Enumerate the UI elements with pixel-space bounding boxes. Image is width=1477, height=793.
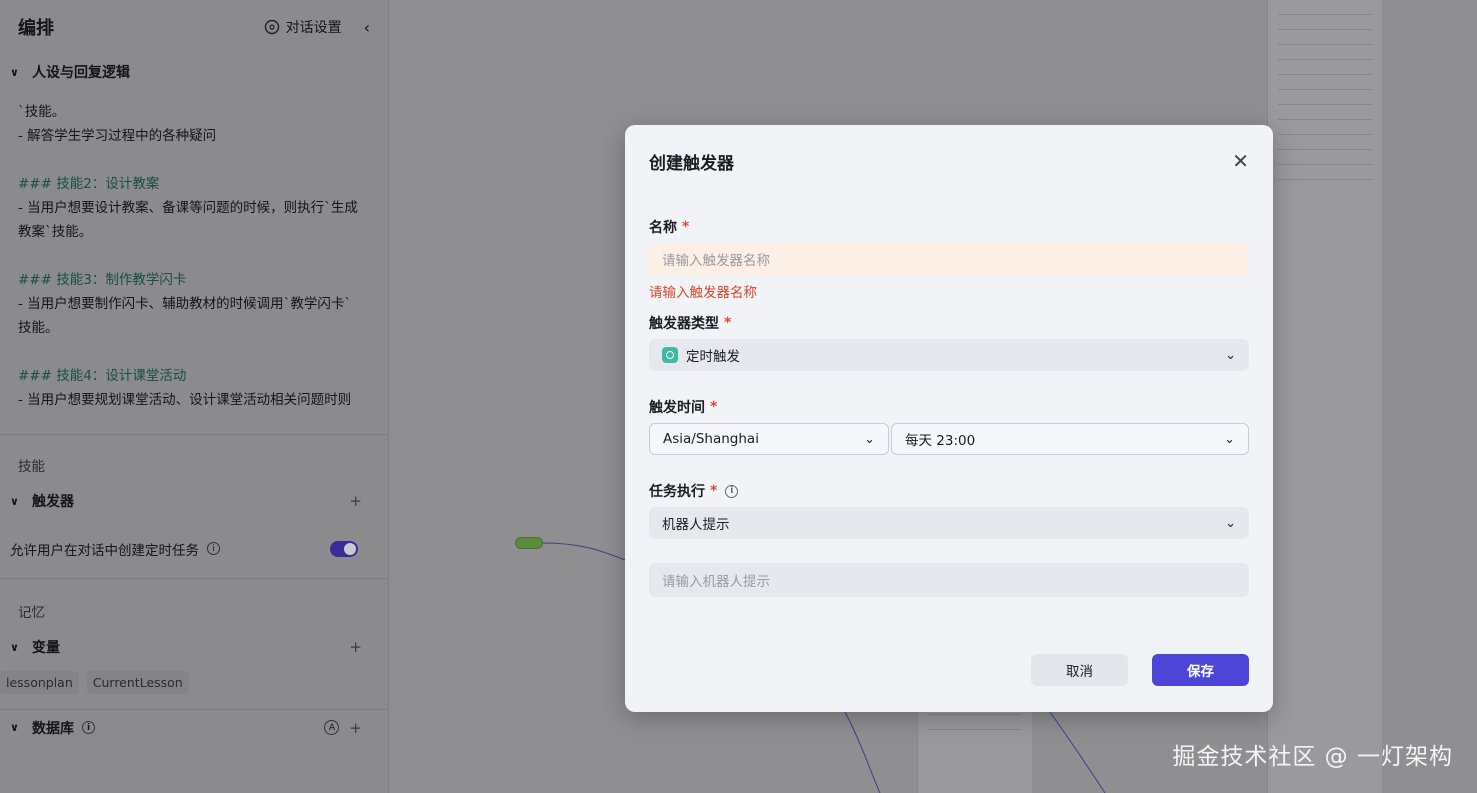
chevron-down-icon: ⌄ — [864, 431, 875, 447]
bot-prompt-input[interactable]: 请输入机器人提示 — [649, 563, 1249, 597]
agent-node-card[interactable] — [917, 700, 1032, 793]
save-button[interactable]: 保存 — [1152, 654, 1249, 686]
chevron-down-icon: ∨ — [10, 640, 19, 654]
type-field-label: 触发器类型 * — [649, 313, 1249, 333]
watermark-text: 掘金技术社区 @ 一灯架构 — [1172, 744, 1453, 770]
time-field-label: 触发时间 * — [649, 397, 1249, 417]
trigger-time-row: Asia/Shanghai ⌄ 每天 23:00 ⌄ — [649, 423, 1249, 455]
chevron-down-icon: ⌄ — [1225, 515, 1236, 531]
schedule-value: 每天 23:00 — [905, 433, 976, 449]
prompt-line: - 解答学生学习过程中的各种疑问 — [18, 128, 217, 144]
database-section-header[interactable]: ∨ 数据库 i A + — [0, 709, 388, 745]
dialog-header: 创建触发器 ✕ — [649, 125, 1249, 197]
name-field-label: 名称 * — [649, 217, 1249, 237]
prompt-line: 技能。 — [18, 320, 59, 336]
prompt-line: - 当用户想要制作闪卡、辅助教材的时候调用`教学闪卡` — [18, 296, 352, 312]
chevron-down-icon: ∨ — [10, 721, 19, 734]
chevron-down-icon: ⌄ — [1225, 347, 1236, 363]
collapse-chevron-icon[interactable]: ‹ — [364, 18, 370, 37]
prompt-line: `技能。 — [18, 104, 66, 120]
variable-list: lessonplan CurrentLesson — [0, 665, 388, 699]
bot-prompt-placeholder: 请输入机器人提示 — [662, 574, 770, 590]
add-variable-icon[interactable]: + — [349, 638, 362, 656]
prompt-line — [18, 340, 370, 364]
prompt-line: ### 技能2：设计教案 — [18, 176, 160, 192]
trigger-toggle-label: 允许用户在对话中创建定时任务 — [10, 542, 199, 559]
auto-mode-badge[interactable]: A — [324, 720, 340, 735]
required-mark: * — [710, 399, 718, 415]
schedule-select[interactable]: 每天 23:00 ⌄ — [891, 423, 1249, 455]
task-type-value: 机器人提示 — [662, 517, 730, 533]
prompt-line: ### 技能4：设计课堂活动 — [18, 368, 187, 384]
task-field-label: 任务执行 * i — [649, 481, 1249, 501]
prompt-line: ### 技能3：制作教学闪卡 — [18, 272, 187, 288]
trigger-type-value: 定时触发 — [686, 349, 740, 365]
add-trigger-icon[interactable]: + — [349, 492, 362, 510]
trigger-section-title: 触发器 — [32, 494, 74, 510]
palette-settings-icon — [264, 19, 279, 35]
orchestration-sidebar: 编排 对话设置 ‹ ∨ 人设与回复逻辑 `技能。 - 解答学生学习过程中的各种疑问… — [0, 0, 389, 793]
task-type-select[interactable]: 机器人提示 ⌄ — [649, 507, 1249, 539]
task-label-text: 任务执行 — [649, 484, 705, 500]
trigger-name-placeholder: 请输入触发器名称 — [662, 253, 770, 269]
persona-section-header[interactable]: ∨ 人设与回复逻辑 — [0, 54, 388, 90]
trigger-type-select[interactable]: 定时触发 ⌄ — [649, 339, 1249, 371]
memory-group-label: 记忆 — [18, 605, 45, 621]
prompt-line: - 当用户想要规划课堂活动、设计课堂活动相关问题时则 — [18, 392, 352, 408]
info-icon[interactable]: i — [82, 721, 95, 734]
trigger-section-header[interactable]: ∨ 触发器 + — [0, 483, 388, 519]
chevron-down-icon: ∨ — [10, 494, 19, 508]
skills-group-label: 技能 — [18, 459, 45, 475]
sidebar-title: 编排 — [18, 18, 54, 39]
agent-node-column[interactable] — [1267, 0, 1382, 793]
name-error-message: 请输入触发器名称 — [649, 285, 757, 301]
prompt-line: - 当用户想要设计教案、备课等问题的时候，则执行`生成 — [18, 200, 358, 216]
create-trigger-dialog: 创建触发器 ✕ 名称 * 请输入触发器名称 请输入触发器名称 触发器类型 * 定… — [625, 125, 1273, 712]
info-icon[interactable]: i — [207, 542, 220, 555]
persona-section-title: 人设与回复逻辑 — [32, 65, 130, 81]
variable-tag[interactable]: CurrentLesson — [86, 670, 189, 694]
required-mark: * — [710, 483, 718, 499]
chat-settings-label: 对话设置 — [285, 20, 342, 36]
prompt-line — [18, 148, 370, 172]
required-mark: * — [682, 219, 690, 235]
persona-prompt-editor[interactable]: `技能。 - 解答学生学习过程中的各种疑问 ### 技能2：设计教案 - 当用户想要设… — [0, 90, 388, 435]
info-icon[interactable]: i — [725, 484, 739, 498]
dialog-footer: 取消 保存 — [1031, 654, 1249, 686]
chevron-down-icon: ∨ — [10, 65, 19, 79]
type-label-text: 触发器类型 — [649, 316, 719, 332]
variables-section-header[interactable]: ∨ 变量 + — [0, 629, 388, 665]
database-section-title: 数据库 — [32, 720, 74, 737]
timezone-select[interactable]: Asia/Shanghai ⌄ — [649, 423, 889, 455]
variable-tag[interactable]: lessonplan — [0, 670, 79, 694]
cancel-button[interactable]: 取消 — [1031, 654, 1128, 686]
start-node-pill[interactable] — [515, 537, 543, 549]
clock-icon — [662, 347, 678, 363]
add-database-icon[interactable]: + — [349, 719, 362, 737]
chevron-down-icon: ⌄ — [1224, 431, 1235, 447]
trigger-toggle-switch[interactable] — [330, 540, 358, 557]
name-label-text: 名称 — [649, 220, 677, 236]
chat-settings-button[interactable]: 对话设置 — [264, 17, 342, 37]
sidebar-header: 编排 对话设置 ‹ — [0, 0, 388, 54]
prompt-line: 教案`技能。 — [18, 224, 93, 240]
required-mark: * — [724, 315, 732, 331]
trigger-toggle-row: 允许用户在对话中创建定时任务 i — [0, 519, 388, 579]
variables-section-title: 变量 — [32, 640, 60, 656]
time-label-text: 触发时间 — [649, 400, 705, 416]
timezone-value: Asia/Shanghai — [663, 431, 759, 447]
trigger-name-input[interactable]: 请输入触发器名称 — [649, 243, 1249, 275]
dialog-title: 创建触发器 — [649, 153, 734, 174]
close-icon[interactable]: ✕ — [1232, 149, 1249, 173]
prompt-line — [18, 244, 370, 268]
